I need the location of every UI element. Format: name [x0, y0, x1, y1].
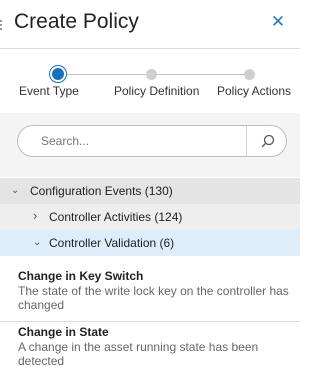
- step-connector: [64, 74, 146, 75]
- search-icon: [261, 134, 275, 148]
- chevron-right-icon: ›: [33, 208, 38, 223]
- step-1-indicator[interactable]: [52, 68, 64, 80]
- tree-group-configuration-events[interactable]: ⌄ Configuration Events (130): [0, 178, 300, 204]
- event-type-tree: ⌄ Configuration Events (130) › Controlle…: [0, 178, 300, 377]
- tree-group-controller-validation[interactable]: ⌄ Controller Validation (6): [0, 230, 300, 256]
- event-item-change-in-state[interactable]: Change in State A change in the asset ru…: [0, 322, 300, 377]
- close-icon[interactable]: ✕: [268, 12, 288, 32]
- step-connector: [157, 74, 244, 75]
- step-1-label[interactable]: Event Type: [19, 84, 79, 98]
- wizard-stepper: Event Type Policy Definition Policy Acti…: [0, 62, 300, 112]
- event-item-title: Change in State: [18, 325, 109, 339]
- dialog-title: Create Policy: [14, 10, 139, 33]
- step-2-indicator[interactable]: [146, 69, 157, 80]
- search-panel: [0, 113, 300, 177]
- event-item-description: The state of the write lock key on the c…: [18, 284, 289, 312]
- tree-group-label: Configuration Events (130): [30, 184, 173, 198]
- search-button[interactable]: [246, 126, 287, 156]
- step-3-label[interactable]: Policy Actions: [217, 84, 291, 98]
- step-3-indicator[interactable]: [244, 69, 255, 80]
- search-box: [17, 125, 287, 157]
- chevron-down-icon: ⌄: [11, 185, 20, 196]
- tree-group-label: Controller Validation (6): [49, 236, 175, 250]
- event-item-title: Change in Key Switch: [18, 269, 144, 283]
- tree-group-controller-activities[interactable]: › Controller Activities (124): [0, 204, 300, 230]
- step-2-label[interactable]: Policy Definition: [114, 84, 199, 98]
- event-item-change-in-key-switch[interactable]: Change in Key Switch The state of the wr…: [0, 266, 300, 322]
- event-item-description: A change in the asset running state has …: [18, 340, 259, 368]
- header-divider: [0, 48, 300, 49]
- chevron-down-icon: ⌄: [33, 237, 42, 248]
- dialog-header: Create Policy ✕: [0, 0, 300, 52]
- search-input[interactable]: [19, 127, 245, 155]
- tree-group-label: Controller Activities (124): [49, 210, 183, 224]
